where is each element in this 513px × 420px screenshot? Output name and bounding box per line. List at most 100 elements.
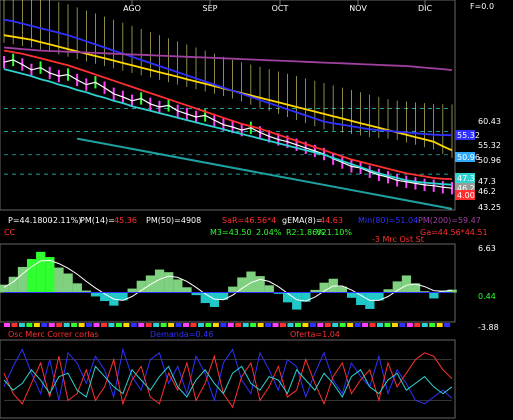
signal-strip-cell: [324, 323, 331, 327]
signal-strip-cell: [4, 323, 10, 327]
price-ytick: 60.43: [478, 117, 501, 126]
info-row1-item: 44.63: [320, 216, 343, 225]
signal-strip-cell: [115, 323, 122, 327]
signal-strip-cell: [153, 323, 160, 327]
bottom-panel-label: Osc Merc Correr corlas: [8, 330, 99, 339]
price-badge-label: 47.3: [457, 174, 475, 183]
osc-bar: [36, 251, 46, 293]
signal-strip-cell: [197, 323, 204, 327]
signal-strip-cell: [108, 323, 115, 327]
corner-label: F=0.0: [470, 2, 494, 11]
signal-strip-cell: [406, 323, 413, 327]
signal-strip-cell: [168, 323, 175, 327]
price-badge-label: 55.32: [457, 131, 480, 140]
signal-strip-cell: [362, 323, 369, 327]
signal-strip-cell: [302, 323, 309, 327]
signal-strip-cell: [100, 323, 107, 327]
info-row2-item: CC: [4, 228, 16, 237]
signal-strip-cell: [421, 323, 428, 327]
trading-chart: AGO SEP OCT NOV DIC 60.4355.3250.9647.346.24…: [0, 0, 513, 420]
signal-strip-cell: [294, 323, 301, 327]
osc-ytick-bottom: -3.88: [478, 323, 499, 332]
signal-strip-cell: [18, 323, 25, 327]
signal-strip-cell: [183, 323, 190, 327]
price-badge-label: 50.96: [457, 153, 480, 162]
osc-bar: [54, 267, 64, 293]
signal-strip-cell: [86, 323, 93, 327]
osc-bar: [164, 272, 174, 293]
signal-strip-cell: [309, 323, 316, 327]
signal-strip-cell: [130, 323, 137, 327]
info-row1-item: Min(80)=51.04: [358, 216, 418, 225]
info-row1-item: PM(14)=: [80, 216, 115, 225]
osc-bar: [401, 275, 412, 293]
signal-strip-cell: [175, 323, 182, 327]
info-row2-item: Ga=44.56*44.51: [420, 228, 488, 237]
signal-strip-cell: [227, 323, 234, 327]
info-row1-item: PM(200)=59.47: [418, 216, 481, 225]
osc-bar: [173, 279, 183, 293]
osc-bar: [17, 266, 28, 293]
signal-strip-cell: [138, 323, 145, 327]
signal-strip-cell: [56, 323, 63, 327]
signal-strip-cell: [48, 323, 55, 327]
signal-strip-cell: [399, 323, 406, 327]
signal-strip-cell: [160, 323, 167, 327]
osc-bar: [282, 292, 293, 303]
signal-strip-cell: [11, 323, 18, 327]
signal-strip-cell: [212, 323, 219, 327]
info-row1-item: 45.36: [114, 216, 137, 225]
signal-strip-cell: [63, 323, 70, 327]
info-row2-item: V21.10%: [316, 228, 352, 237]
price-badge-label: 4.00: [457, 191, 475, 200]
signal-strip-cell: [71, 323, 78, 327]
signal-strip-cell: [41, 323, 48, 327]
price-ytick: 50.96: [478, 156, 501, 165]
signal-strip-cell: [384, 323, 391, 327]
info-row1-item: PM(50)=4908: [146, 216, 201, 225]
signal-strip-cell: [26, 323, 33, 327]
signal-strip-cell: [272, 323, 279, 327]
price-ytick: 46.2: [478, 187, 496, 196]
osc-bar: [264, 285, 274, 293]
osc-label: -3 Mrc Ost St: [372, 235, 424, 244]
signal-strip-cell: [332, 323, 339, 327]
info-row1-item: P=44.1800: [8, 216, 53, 225]
osc-bar: [45, 257, 55, 293]
signal-strip-cell: [190, 323, 197, 327]
osc-ytick-top: 6.63: [478, 244, 496, 253]
signal-strip-cell: [287, 323, 294, 327]
info-row1-item: gEMA(8)=: [282, 216, 323, 225]
info-row1-item: SaR=46.56*4: [222, 216, 276, 225]
signal-strip-cell: [354, 323, 361, 327]
signal-strip-cell: [444, 323, 451, 327]
osc-bar: [26, 259, 37, 293]
signal-strip-cell: [123, 323, 130, 327]
osc-bar: [356, 292, 366, 306]
signal-strip-cell: [235, 323, 242, 327]
info-row2-item: M3=43.50: [210, 228, 252, 237]
signal-strip-cell: [78, 323, 85, 327]
signal-strip-cell: [347, 323, 354, 327]
osc-bar: [346, 292, 357, 298]
bottom-panel-label: Oferta=1.04: [290, 330, 340, 339]
signal-strip-cell: [391, 323, 398, 327]
osc-bar: [255, 276, 265, 293]
osc-bar: [90, 292, 101, 297]
signal-strip-cell: [317, 323, 324, 327]
signal-strip-cell: [377, 323, 383, 327]
osc-bar: [228, 286, 238, 293]
signal-strip-cell: [257, 323, 264, 327]
osc-bar: [218, 292, 229, 300]
signal-strip-cell: [339, 323, 346, 327]
info-row1-item: -2.11%): [50, 216, 81, 225]
signal-strip-cell: [33, 323, 40, 327]
osc-ytick-mid: 0.44: [478, 292, 496, 301]
signal-strip-cell: [145, 323, 152, 327]
price-ytick: 43.25: [478, 203, 501, 212]
signal-strip-cell: [265, 323, 272, 327]
osc-bar: [292, 292, 302, 310]
signal-strip-cell: [414, 323, 421, 327]
signal-strip-cell: [280, 323, 287, 327]
signal-strip-cell: [242, 323, 249, 327]
